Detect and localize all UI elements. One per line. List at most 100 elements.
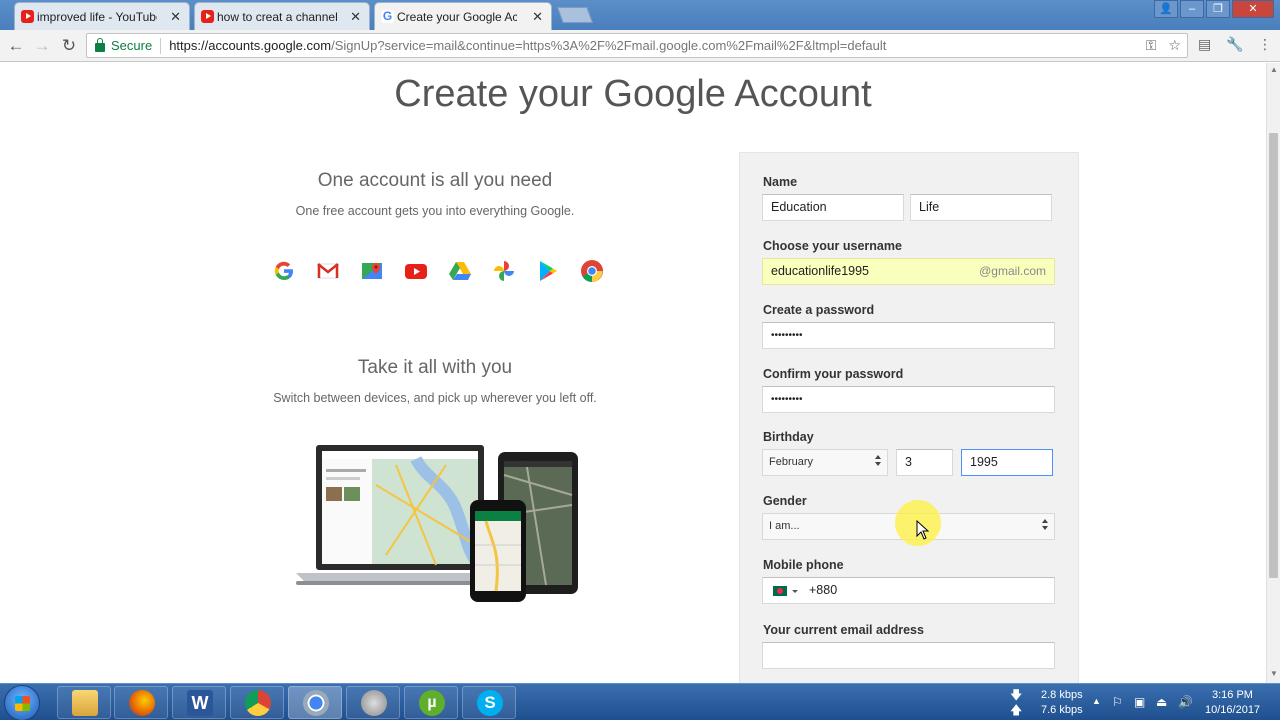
close-icon[interactable]: ✕ <box>170 9 181 25</box>
separator <box>160 37 162 54</box>
close-window-button[interactable]: ✕ <box>1232 0 1274 18</box>
signup-form: Name Education Life Choose your username… <box>739 152 1079 683</box>
tab-strip: improved life - YouTube ✕ how to creat a… <box>0 0 1280 30</box>
bangladesh-flag-icon[interactable] <box>773 586 787 596</box>
net-upload-speed: 7.6 kbps <box>1041 704 1083 716</box>
url-path: /SignUp?service=mail&continue=https%3A%2… <box>331 38 887 53</box>
phone-code: +880 <box>809 583 838 597</box>
wrench-icon[interactable]: 🔧 <box>1226 36 1243 53</box>
scroll-thumb[interactable] <box>1269 133 1278 578</box>
chrome-icon <box>245 690 271 716</box>
page-scrollbar[interactable]: ▲ ▼ <box>1266 63 1280 683</box>
volume-icon[interactable]: 🔊 <box>1178 695 1193 709</box>
promo-text: One free account gets you into everythin… <box>295 204 575 218</box>
mouse-cursor-icon <box>916 520 930 540</box>
taskbar-explorer[interactable] <box>57 686 111 719</box>
start-button[interactable] <box>4 685 40 720</box>
skype-icon: S <box>477 690 503 716</box>
network-icon[interactable]: ▣ <box>1134 695 1145 709</box>
current-email-input[interactable] <box>762 642 1055 669</box>
password-input[interactable]: ••••••••• <box>762 322 1055 349</box>
reload-icon[interactable]: ↻ <box>58 35 80 57</box>
taskbar-word[interactable]: W <box>172 686 226 719</box>
address-bar[interactable]: Secure https://accounts.google.com/SignU… <box>86 33 1188 58</box>
birth-year-input[interactable]: 1995 <box>961 449 1053 476</box>
confirm-password-label: Confirm your password <box>763 367 904 381</box>
confirm-password-input[interactable]: ••••••••• <box>762 386 1055 413</box>
usb-icon[interactable]: ⏏ <box>1156 695 1167 709</box>
youtube-icon <box>21 10 34 23</box>
drive-icon <box>449 262 471 280</box>
promo-take-it-with-you: Take it all with you Switch between devi… <box>220 357 650 405</box>
extension-icon[interactable]: ▤ <box>1198 36 1211 53</box>
username-input[interactable]: educationlife1995 @gmail.com <box>762 258 1055 285</box>
secure-label: Secure <box>111 38 153 53</box>
birth-day-input[interactable]: 3 <box>896 449 953 476</box>
last-name-input[interactable]: Life <box>910 194 1052 221</box>
tab-create-google-account[interactable]: G Create your Google Acco ✕ <box>374 2 552 30</box>
name-label: Name <box>763 175 798 189</box>
browser-toolbar: ← → ↻ Secure https://accounts.google.com… <box>0 30 1280 62</box>
youtube-icon <box>405 264 427 279</box>
page-content: Create your Google Account One account i… <box>0 63 1266 683</box>
mobile-phone-input[interactable]: +880 <box>762 577 1055 604</box>
taskbar-chrome-active[interactable] <box>288 686 342 719</box>
firefox-icon <box>129 690 155 716</box>
scroll-up-icon[interactable]: ▲ <box>1270 65 1278 74</box>
user-icon[interactable]: 👤 <box>1154 0 1178 18</box>
forward-arrow-icon[interactable]: → <box>31 35 53 57</box>
tab-how-to-create-channel[interactable]: how to creat a channel - ✕ <box>194 2 370 30</box>
taskbar-utorrent[interactable]: µ <box>404 686 458 719</box>
current-email-label: Your current email address <box>763 623 924 637</box>
first-name-input[interactable]: Education <box>762 194 904 221</box>
google-icon <box>274 261 294 281</box>
new-tab-button[interactable] <box>557 7 593 23</box>
taskbar-skype[interactable]: S <box>462 686 516 719</box>
lock-icon <box>95 37 105 52</box>
birth-month-value: February <box>769 456 814 468</box>
promo-one-account: One account is all you need One free acc… <box>220 170 650 218</box>
webcam-icon <box>361 690 387 716</box>
net-download-speed: 2.8 kbps <box>1041 689 1083 701</box>
action-center-icon[interactable]: ⚐ <box>1112 695 1123 709</box>
menu-dots-icon[interactable]: ⋮ <box>1258 36 1272 53</box>
tab-title: how to creat a channel - <box>217 9 337 24</box>
window-controls: 👤 – ❐ ✕ <box>1154 0 1274 18</box>
url-host: https://accounts.google.com <box>169 38 332 53</box>
tray-expand-icon[interactable]: ▲ <box>1092 696 1101 706</box>
gender-label: Gender <box>763 494 807 508</box>
back-arrow-icon[interactable]: ← <box>5 35 27 57</box>
username-label: Choose your username <box>763 239 902 253</box>
windows-taskbar: W µ S 🡇 🡅 2.8 kbps 7.6 kbps ▲ ⚐ ▣ ⏏ 🔊 3:… <box>0 683 1280 720</box>
close-icon[interactable]: ✕ <box>350 9 361 25</box>
tab-improved-life[interactable]: improved life - YouTube ✕ <box>14 2 190 30</box>
maximize-button[interactable]: ❐ <box>1206 0 1230 18</box>
taskbar-firefox[interactable] <box>114 686 168 719</box>
google-icon: G <box>381 9 394 23</box>
devices-illustration <box>296 445 578 602</box>
minimize-button[interactable]: – <box>1180 0 1204 18</box>
clock-date[interactable]: 10/16/2017 <box>1205 704 1260 716</box>
promo-heading: One account is all you need <box>317 170 553 191</box>
taskbar-app-camera[interactable] <box>346 686 400 719</box>
mobile-phone-label: Mobile phone <box>763 558 844 572</box>
chrome-icon <box>303 690 329 716</box>
taskbar-chrome[interactable] <box>230 686 284 719</box>
chrome-icon <box>581 260 603 282</box>
birthday-label: Birthday <box>763 430 814 444</box>
page-title: Create your Google Account <box>394 73 872 115</box>
gmail-icon <box>317 263 339 279</box>
tab-title: Create your Google Acco <box>397 9 517 24</box>
gmail-suffix: @gmail.com <box>979 264 1046 278</box>
play-store-icon <box>540 261 557 281</box>
product-icons <box>272 259 604 283</box>
photos-icon <box>494 261 514 281</box>
scroll-down-icon[interactable]: ▼ <box>1270 669 1278 678</box>
bookmark-star-icon[interactable]: ☆ <box>1168 37 1181 54</box>
username-value: educationlife1995 <box>771 264 869 278</box>
clock-time[interactable]: 3:16 PM <box>1212 689 1253 701</box>
chevron-down-icon <box>792 590 798 593</box>
birth-month-select[interactable]: February <box>762 449 888 476</box>
key-icon[interactable]: ⚿ <box>1146 37 1157 54</box>
close-icon[interactable]: ✕ <box>532 9 543 25</box>
